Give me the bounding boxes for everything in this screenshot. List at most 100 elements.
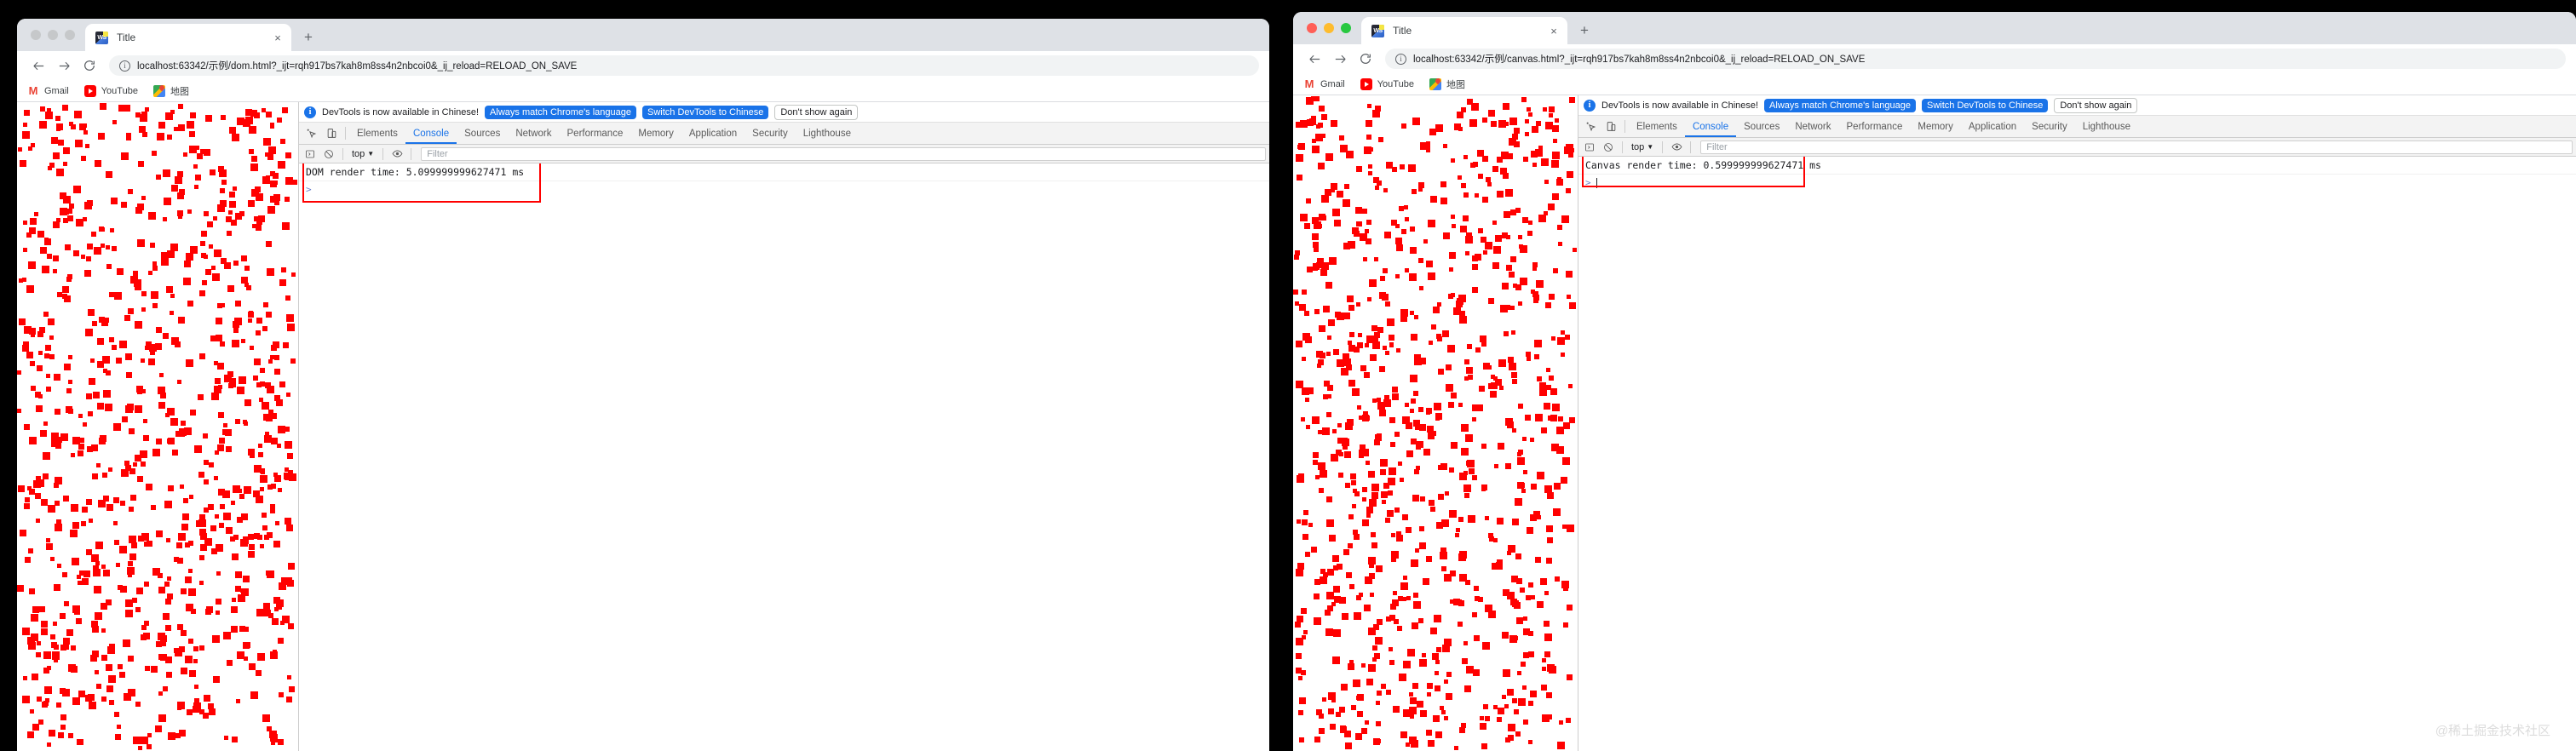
always-match-language-button[interactable]: Always match Chrome's language [485,105,637,119]
red-square [248,200,255,207]
new-tab-button[interactable]: + [296,25,320,49]
back-icon[interactable] [27,54,49,77]
console-input-line[interactable]: > [299,181,1269,198]
red-square [1472,417,1476,421]
eye-icon[interactable] [389,146,405,162]
red-square [1332,209,1340,216]
devtools-tab-elements[interactable]: Elements [1629,116,1685,137]
red-square [1505,418,1513,426]
address-bar[interactable]: i localhost:63342/示例/canvas.html?_ijt=rq… [1385,49,2566,69]
devtools-tab-performance[interactable]: Performance [1839,116,1911,137]
maximize-window-button[interactable] [65,30,75,40]
console-filter-input[interactable]: Filter [1700,140,2573,154]
inspect-element-icon[interactable] [1580,116,1601,137]
device-toolbar-icon[interactable] [321,123,342,144]
reload-icon[interactable] [1354,48,1377,70]
devtools-tab-security[interactable]: Security [2024,116,2075,137]
devtools-tab-memory[interactable]: Memory [630,123,681,144]
browser-window-left[interactable]: Title × + i localhost:63342/示例/dom.html?… [17,19,1269,751]
forward-icon[interactable] [53,54,75,77]
console-output-area[interactable]: Canvas render time: 0.599999999627471 ms… [1578,157,2576,751]
red-square [1412,683,1418,689]
devtools-tab-sources[interactable]: Sources [1736,116,1787,137]
red-square [152,449,160,456]
red-square [1544,211,1548,215]
devtools-tab-lighthouse[interactable]: Lighthouse [2075,116,2138,137]
console-sidebar-toggle-icon[interactable] [302,146,318,162]
dont-show-again-button[interactable]: Don't show again [774,104,859,120]
red-square [98,133,105,140]
address-bar[interactable]: i localhost:63342/示例/dom.html?_ijt=rqh91… [109,55,1259,76]
red-square [1544,485,1552,493]
close-window-button[interactable] [1307,23,1317,33]
execution-context-selector[interactable]: top ▼ [349,149,377,159]
reload-icon[interactable] [78,54,101,77]
inspect-element-icon[interactable] [301,123,321,144]
window-traffic-lights[interactable] [1302,12,1361,44]
browser-window-right[interactable]: Title × + i localhost:63342/示例/canvas.ht… [1293,12,2576,751]
console-sidebar-toggle-icon[interactable] [1582,140,1597,155]
devtools-tab-elements[interactable]: Elements [349,123,405,144]
devtools-tab-network[interactable]: Network [1787,116,1838,137]
console-output-area[interactable]: DOM render time: 5.099999999627471 ms > [299,163,1269,751]
red-square [150,350,155,355]
devtools-tab-lighthouse[interactable]: Lighthouse [796,123,859,144]
devtools-tab-application[interactable]: Application [1961,116,2024,137]
clear-console-icon[interactable] [321,146,336,162]
console-filter-input[interactable]: Filter [421,146,1266,161]
bookmark-youtube[interactable]: YouTube [1360,77,1414,90]
red-square [1471,103,1479,111]
red-square [81,156,86,161]
bookmark-youtube[interactable]: YouTube [83,84,138,97]
devtools-tab-security[interactable]: Security [745,123,796,144]
browser-tab[interactable]: Title × [1361,17,1567,44]
maximize-window-button[interactable] [1341,23,1351,33]
red-square [1485,516,1489,520]
bookmark-maps[interactable]: 地图 [1429,77,1465,91]
red-square [1461,424,1469,432]
minimize-window-button[interactable] [48,30,58,40]
device-toolbar-icon[interactable] [1601,116,1621,137]
red-square [143,435,149,441]
devtools-tab-memory[interactable]: Memory [1910,116,1961,137]
red-square [71,504,78,512]
devtools-tab-application[interactable]: Application [681,123,745,144]
console-input-line[interactable]: > [1578,175,2576,191]
close-tab-icon[interactable]: × [1547,24,1561,37]
minimize-window-button[interactable] [1324,23,1334,33]
devtools-tab-network[interactable]: Network [508,123,559,144]
red-square [1497,559,1503,565]
window-traffic-lights[interactable] [26,19,85,51]
bookmark-gmail[interactable]: Gmail [27,85,69,97]
back-icon[interactable] [1303,48,1325,70]
site-info-icon[interactable]: i [119,60,130,72]
devtools-tab-console[interactable]: Console [405,123,457,144]
red-square [1541,427,1547,433]
always-match-language-button[interactable]: Always match Chrome's language [1764,98,1917,112]
dont-show-again-button[interactable]: Don't show again [2054,97,2138,113]
red-square [114,292,122,300]
red-square [114,540,119,545]
eye-icon[interactable] [1669,140,1684,155]
bookmark-gmail[interactable]: Gmail [1303,78,1345,90]
devtools-tab-console[interactable]: Console [1685,116,1736,137]
red-square [248,312,254,318]
devtools-tab-sources[interactable]: Sources [457,123,508,144]
red-square [97,338,104,345]
red-square [1349,584,1354,589]
red-square [22,628,30,635]
close-window-button[interactable] [31,30,41,40]
close-tab-icon[interactable]: × [271,31,285,44]
switch-devtools-to-chinese-button[interactable]: Switch DevTools to Chinese [642,105,769,119]
execution-context-selector[interactable]: top ▼ [1629,142,1656,152]
forward-icon[interactable] [1329,48,1351,70]
new-tab-button[interactable]: + [1573,18,1596,42]
red-square [1435,671,1439,675]
devtools-tab-performance[interactable]: Performance [560,123,631,144]
switch-devtools-to-chinese-button[interactable]: Switch DevTools to Chinese [1922,98,2049,112]
clear-console-icon[interactable] [1601,140,1616,155]
site-info-icon[interactable]: i [1395,53,1406,65]
bookmark-maps[interactable]: 地图 [152,84,189,98]
red-square [1492,221,1497,225]
browser-tab[interactable]: Title × [85,24,291,51]
